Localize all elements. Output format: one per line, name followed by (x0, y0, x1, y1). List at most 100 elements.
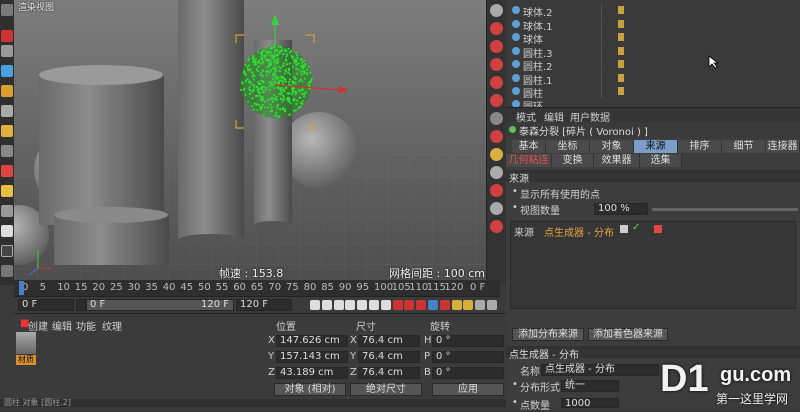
name-field[interactable]: 点生成器 - 分布 (541, 364, 659, 376)
pos-x-field[interactable]: 147.626 cm (276, 335, 348, 347)
playback-button[interactable] (416, 300, 427, 310)
tool-icon[interactable] (1, 185, 13, 197)
add-shader-source-button[interactable]: 添加着色器来源 (588, 328, 668, 341)
show-all-points-label[interactable]: 显示所有使用的点 (520, 186, 600, 201)
apply-button[interactable]: 应用 (432, 383, 504, 396)
delete-icon[interactable] (654, 225, 662, 233)
tool-icon[interactable] (490, 22, 503, 35)
tool-icon[interactable] (1, 105, 13, 117)
playback-button[interactable] (428, 300, 438, 310)
playback-button[interactable] (345, 300, 356, 310)
material-thumbnail[interactable] (16, 332, 36, 354)
tab-detail[interactable]: 细节 (722, 140, 766, 153)
menu-create[interactable]: 创建 (28, 318, 48, 333)
playback-button[interactable] (487, 300, 497, 310)
object-row[interactable]: 圆柱 (506, 85, 800, 100)
tab-source[interactable]: 来源 (634, 140, 678, 153)
check-icon[interactable]: ✓ (632, 222, 640, 233)
add-distribution-source-button[interactable]: 添加分布来源 (512, 328, 584, 341)
size-x-field[interactable]: 76.4 cm (358, 335, 420, 347)
timeline-ruler[interactable]: 0 5 10 15 20 25 30 35 40 45 50 55 60 65 70 75 80 85 90 95 10… (14, 280, 500, 296)
tool-icon[interactable] (490, 40, 503, 53)
edit-icon[interactable] (620, 225, 628, 233)
tab-basic[interactable]: 基本 (512, 140, 546, 153)
view-count-field[interactable]: 100 % (594, 203, 648, 215)
object-row[interactable]: 球体.2 (506, 4, 800, 19)
size-mode-select[interactable]: 绝对尺寸 (350, 383, 422, 396)
playback-button[interactable] (357, 300, 368, 310)
rot-h-field[interactable]: 0 ° (432, 335, 504, 347)
playback-button[interactable] (321, 300, 332, 310)
rot-b-field[interactable]: 0 ° (432, 367, 504, 379)
tool-icon[interactable] (1, 85, 13, 97)
tool-icon[interactable] (1, 145, 13, 157)
playback-button[interactable] (369, 300, 379, 310)
tool-icon[interactable] (1, 30, 13, 42)
pos-y-field[interactable]: 157.143 cm (276, 351, 348, 363)
object-row[interactable]: 圆柱.1 (506, 72, 800, 87)
rot-p-field[interactable]: 0 ° (432, 351, 504, 363)
tool-icon[interactable] (490, 202, 503, 215)
tool-icon[interactable] (1, 125, 13, 137)
object-row[interactable]: 球体.1 (506, 18, 800, 33)
object-row[interactable]: 圆环 (506, 98, 800, 107)
tab-transform[interactable]: 变换 (552, 154, 594, 167)
tool-icon[interactable] (1, 65, 13, 77)
range-slider[interactable]: 0 F 120 F (86, 299, 234, 311)
playback-button[interactable] (451, 300, 462, 310)
playback-button[interactable] (463, 300, 474, 310)
playhead[interactable] (19, 281, 24, 295)
tab-selection[interactable]: 选集 (640, 154, 682, 167)
tab-coord[interactable]: 坐标 (546, 140, 590, 153)
tool-icon[interactable] (1, 45, 13, 57)
tool-icon[interactable] (490, 4, 503, 17)
range-start-small[interactable] (76, 299, 86, 311)
tool-icon[interactable] (1, 245, 13, 257)
view-count-slider[interactable] (652, 208, 798, 211)
coord-mode-select[interactable]: 对象 (相对) (274, 383, 346, 396)
tool-icon[interactable] (1, 205, 13, 217)
tool-icon[interactable] (490, 112, 503, 125)
tool-icon[interactable] (490, 166, 503, 179)
current-frame-field[interactable]: 0 F (18, 299, 74, 311)
tool-icon[interactable] (490, 220, 503, 233)
source-value[interactable]: 点生成器 - 分布 (544, 224, 614, 239)
playback-button[interactable] (404, 300, 415, 310)
tab-geometry-glue[interactable]: 几何粘连 (506, 154, 552, 167)
object-row[interactable]: 圆柱.3 (506, 45, 800, 60)
playback-button[interactable] (380, 300, 391, 310)
playback-button[interactable] (439, 300, 450, 310)
menu-texture[interactable]: 纹理 (102, 318, 122, 333)
source-label: 来源 (514, 228, 534, 239)
playback-button[interactable] (310, 300, 320, 310)
tool-icon[interactable] (1, 265, 13, 277)
max-frame-field[interactable]: 120 F (236, 299, 292, 311)
tool-icon[interactable] (490, 184, 503, 197)
tool-icon[interactable] (490, 76, 503, 89)
tool-icon[interactable] (490, 148, 503, 161)
dist-form-select[interactable]: 统一 (561, 380, 619, 392)
object-row[interactable]: 球体 (506, 31, 800, 46)
tool-icon[interactable] (1, 165, 13, 177)
tool-icon[interactable] (490, 58, 503, 71)
name-label: 名称 (520, 367, 540, 378)
tab-object[interactable]: 对象 (590, 140, 634, 153)
material-name[interactable]: 材质 (16, 355, 36, 365)
tool-icon[interactable] (490, 130, 503, 143)
size-y-field[interactable]: 76.4 cm (358, 351, 420, 363)
pos-z-field[interactable]: 43.189 cm (276, 367, 348, 379)
tool-icon[interactable] (1, 4, 13, 16)
playback-button[interactable] (333, 300, 344, 310)
size-z-field[interactable]: 76.4 cm (358, 367, 420, 379)
tab-effectors[interactable]: 效果器 (594, 154, 640, 167)
object-row[interactable]: 圆柱.2 (506, 58, 800, 73)
playback-button[interactable] (475, 300, 486, 310)
playback-button[interactable] (392, 300, 403, 310)
tab-connector[interactable]: 连接器 (766, 140, 800, 153)
tab-sort[interactable]: 排序 (678, 140, 722, 153)
3d-viewport[interactable]: 渲染视图 帧速 : 153.8 网格间距 : 100 cm (14, 0, 486, 280)
menu-function[interactable]: 功能 (76, 318, 96, 333)
tool-icon[interactable] (490, 94, 503, 107)
tool-icon[interactable] (1, 225, 13, 237)
menu-edit-mat[interactable]: 编辑 (52, 318, 72, 333)
